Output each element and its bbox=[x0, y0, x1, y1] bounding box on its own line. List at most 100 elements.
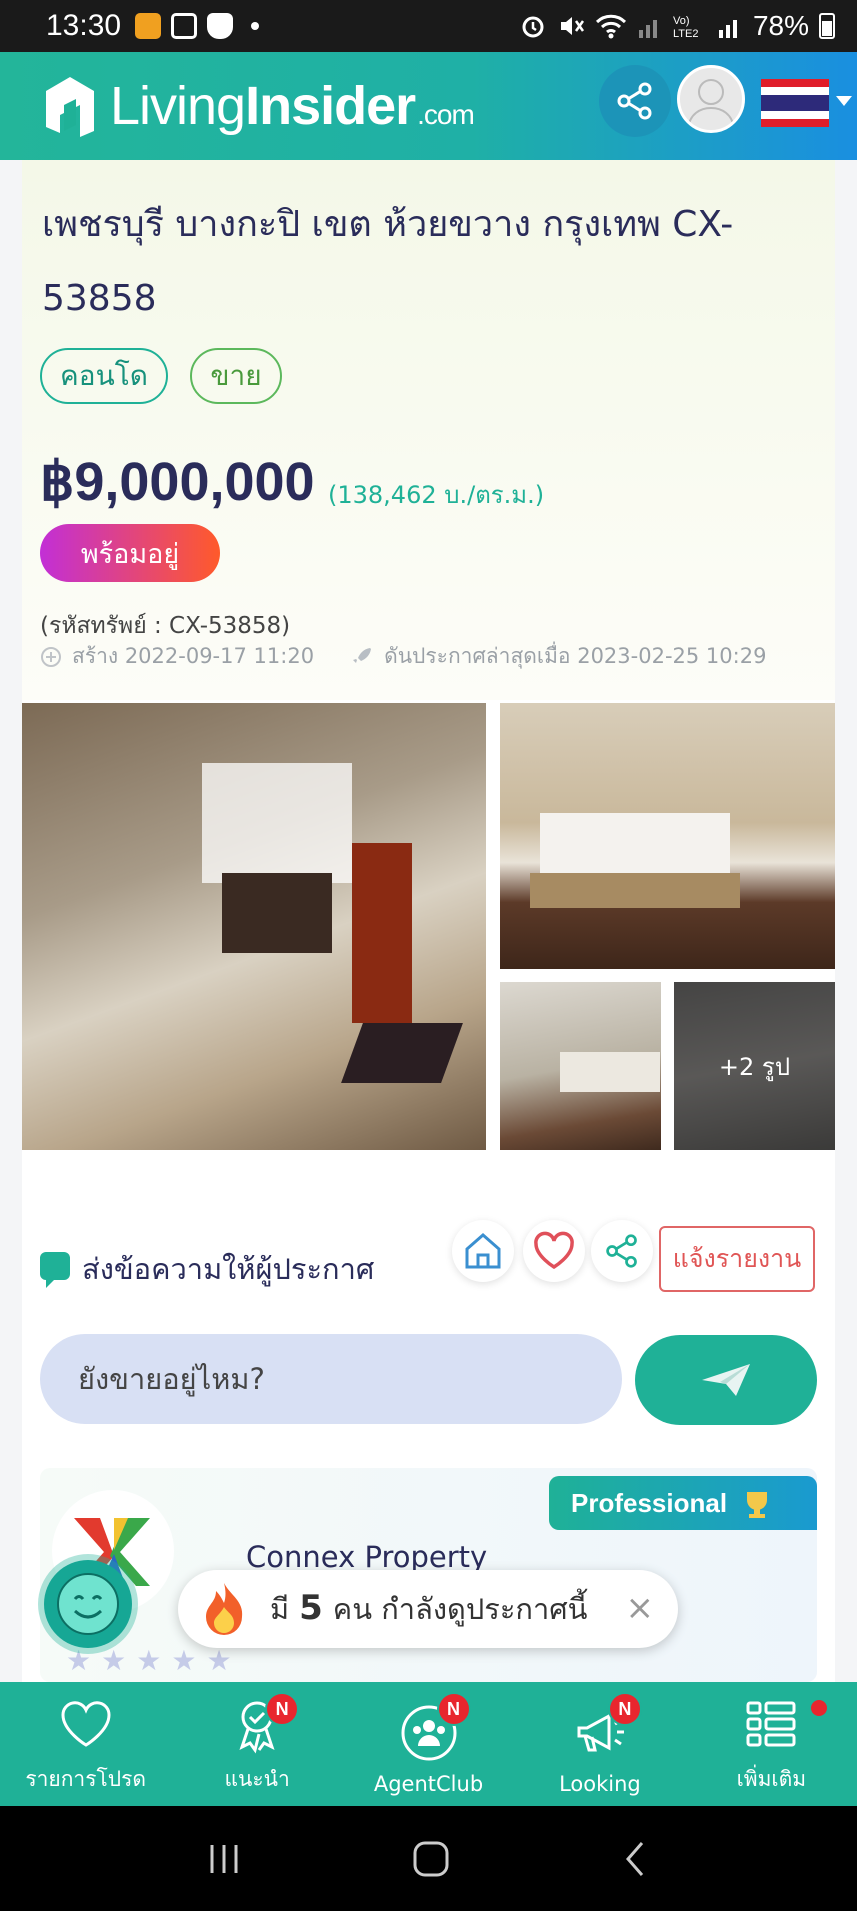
header-share-button[interactable] bbox=[599, 65, 671, 137]
new-badge: N bbox=[607, 1692, 642, 1726]
tag-sale[interactable]: ขาย bbox=[190, 348, 282, 404]
signal-icon bbox=[638, 20, 657, 38]
chatbot-button[interactable] bbox=[44, 1560, 132, 1648]
wifi-icon bbox=[595, 14, 627, 39]
viewers-text: มี 5 คน กำลังดูประกาศนี้ bbox=[270, 1586, 587, 1632]
user-avatar[interactable] bbox=[677, 65, 745, 133]
chevron-down-icon[interactable] bbox=[836, 96, 852, 106]
star-icon: ★ bbox=[171, 1644, 197, 1677]
status-time: 13:30 bbox=[46, 9, 122, 42]
property-code: (รหัสทรัพย์ : CX-53858) bbox=[40, 613, 291, 639]
nav-favorites-label: รายการโปรด bbox=[25, 1767, 147, 1791]
boosted-date: ดันประกาศล่าสุดเมื่อ 2023-02-25 10:29 bbox=[384, 644, 767, 668]
send-button[interactable] bbox=[635, 1335, 817, 1425]
photo-bed-frame bbox=[530, 873, 740, 908]
alarm-icon bbox=[522, 16, 544, 38]
new-badge: N bbox=[265, 1692, 300, 1726]
menu-list-icon bbox=[746, 1701, 796, 1747]
star-icon: ★ bbox=[206, 1644, 232, 1677]
photo-bedroom-2[interactable] bbox=[500, 982, 661, 1150]
more-dot-icon bbox=[251, 22, 260, 30]
ready-badge: พร้อมอยู่ bbox=[40, 524, 220, 582]
status-right: Vo) LTE2 78% bbox=[519, 10, 835, 42]
share-icon bbox=[617, 82, 652, 120]
price-per-area: (138,462 บ./ตร.ม.) bbox=[328, 481, 545, 509]
close-icon[interactable]: × bbox=[626, 1588, 655, 1628]
heart-icon bbox=[61, 1701, 111, 1747]
viewers-toast: มี 5 คน กำลังดูประกาศนี้ × bbox=[178, 1570, 678, 1648]
listing-meta: สร้าง 2022-09-17 11:20 ดันประกาศล่าสุดเม… bbox=[40, 640, 766, 673]
bottom-nav: รายการโปรด N แนะนำ N AgentClub N Looking… bbox=[0, 1682, 857, 1806]
report-button[interactable]: แจ้งรายงาน bbox=[659, 1226, 815, 1292]
nav-recommended-label: แนะนำ bbox=[224, 1767, 290, 1791]
svg-text:LTE2: LTE2 bbox=[673, 28, 698, 40]
listing-title: เพชรบุรี บางกะปิ เขต ห้วยขวาง กรุงเทพ CX… bbox=[42, 204, 734, 319]
volte-icon: Vo)LTE2 bbox=[673, 15, 698, 40]
viewers-count: 5 bbox=[299, 1588, 323, 1628]
professional-badge: Professional bbox=[549, 1476, 817, 1530]
message-input[interactable] bbox=[40, 1334, 622, 1424]
nav-more-label: เพิ่มเติม bbox=[736, 1767, 807, 1791]
photo-bedroom-1[interactable] bbox=[500, 703, 835, 969]
listing-price: ฿9,000,000 bbox=[40, 452, 315, 512]
signal-icon-2 bbox=[718, 20, 737, 38]
message-heading: ส่งข้อความให้ผู้ประกาศ bbox=[82, 1252, 375, 1286]
photo-bed-2 bbox=[560, 1052, 660, 1092]
nav-recommended[interactable]: N แนะนำ bbox=[171, 1682, 342, 1806]
more-photos-label: +2 รูป bbox=[718, 1052, 791, 1081]
photo-mat bbox=[341, 1023, 463, 1083]
mute-icon bbox=[560, 17, 584, 35]
star-icon: ★ bbox=[66, 1644, 92, 1677]
system-nav-bar bbox=[0, 1806, 857, 1911]
svg-text:Vo): Vo) bbox=[673, 15, 690, 27]
language-flag-thai[interactable] bbox=[761, 79, 829, 127]
paper-plane-icon bbox=[702, 1364, 750, 1396]
nav-more[interactable]: เพิ่มเติม bbox=[686, 1682, 857, 1806]
viewers-suffix: คน กำลังดูประกาศนี้ bbox=[332, 1592, 588, 1626]
app-notification-icon bbox=[135, 13, 162, 39]
smile-face-icon bbox=[57, 1573, 119, 1635]
nav-agentclub-label: AgentClub bbox=[373, 1772, 484, 1796]
home-icon[interactable] bbox=[411, 1839, 451, 1879]
nav-agentclub[interactable]: N AgentClub bbox=[343, 1682, 514, 1806]
professional-label: Professional bbox=[571, 1487, 728, 1518]
brand-suffix: .com bbox=[417, 99, 475, 130]
house-icon bbox=[465, 1233, 501, 1269]
back-icon[interactable] bbox=[618, 1839, 654, 1879]
star-icon: ★ bbox=[136, 1644, 162, 1677]
house-logo-icon[interactable] bbox=[44, 75, 96, 137]
share-button[interactable] bbox=[591, 1220, 653, 1282]
notification-icons bbox=[135, 13, 260, 39]
photo-table bbox=[222, 873, 332, 953]
nav-looking-label: Looking bbox=[559, 1772, 641, 1796]
photo-main[interactable] bbox=[22, 703, 486, 1150]
photo-fridge bbox=[352, 843, 412, 1023]
compare-button[interactable] bbox=[452, 1220, 514, 1282]
tag-condo[interactable]: คอนโด bbox=[40, 348, 168, 404]
battery-percent: 78% bbox=[752, 10, 809, 41]
status-bar: 13:30 Vo) LTE2 78% bbox=[0, 0, 857, 52]
battery-icon bbox=[819, 13, 835, 39]
recents-icon[interactable] bbox=[204, 1841, 244, 1877]
brand-logo[interactable]: Living Insider .com bbox=[110, 75, 475, 137]
share-icon bbox=[606, 1234, 637, 1268]
notification-dot bbox=[811, 1700, 828, 1716]
agent-rating: ★ ★ ★ ★ ★ bbox=[66, 1644, 232, 1677]
brand-light: Living bbox=[110, 76, 246, 136]
photo-more[interactable]: +2 รูป bbox=[674, 982, 835, 1150]
new-badge: N bbox=[436, 1692, 471, 1726]
listing-card: เพชรบุรี บางกะปิ เขต ห้วยขวาง กรุงเทพ CX… bbox=[22, 160, 835, 1682]
agent-name[interactable]: Connex Property bbox=[246, 1540, 487, 1574]
line-notification-icon bbox=[207, 13, 234, 39]
favorite-button[interactable] bbox=[523, 1220, 585, 1282]
star-icon: ★ bbox=[101, 1644, 127, 1677]
plus-circle-icon bbox=[41, 646, 61, 667]
listing-summary: เพชรบุรี บางกะปิ เขต ห้วยขวาง กรุงเทพ CX… bbox=[22, 160, 835, 700]
rocket-icon bbox=[353, 647, 372, 663]
user-icon bbox=[687, 79, 735, 129]
nav-favorites[interactable]: รายการโปรด bbox=[0, 1682, 171, 1806]
brand-bold: Insider bbox=[245, 76, 416, 136]
fire-icon bbox=[200, 1581, 248, 1637]
nav-looking[interactable]: N Looking bbox=[514, 1682, 685, 1806]
viewers-prefix: มี bbox=[270, 1592, 290, 1626]
